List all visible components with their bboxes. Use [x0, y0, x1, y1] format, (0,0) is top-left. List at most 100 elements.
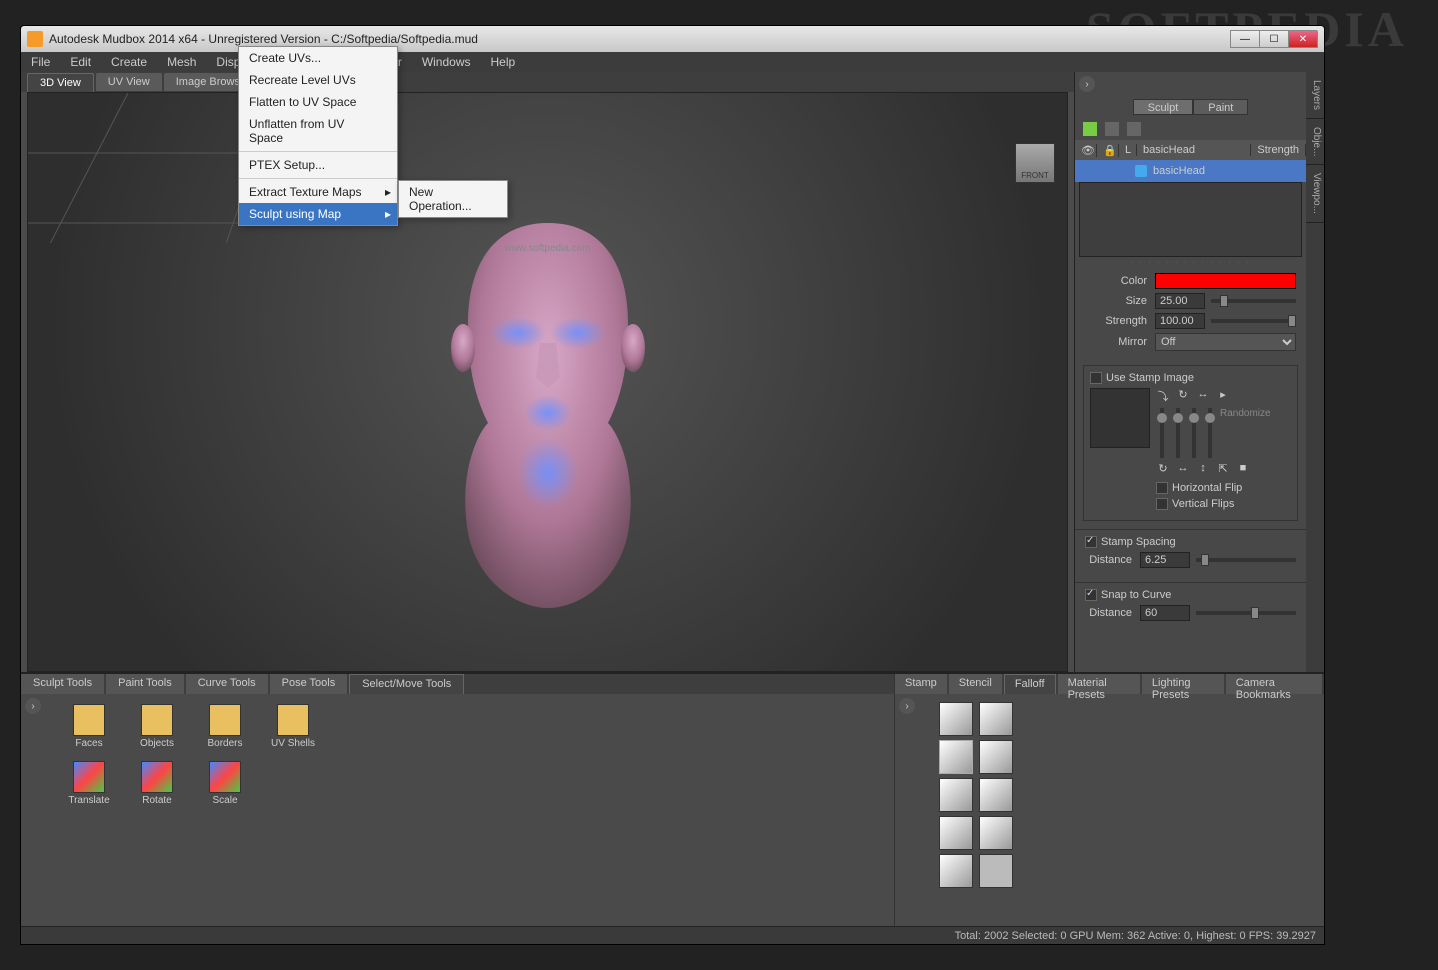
tool-faces[interactable]: Faces: [65, 704, 113, 749]
mode-tab-paint[interactable]: Paint: [1193, 99, 1248, 115]
stamp-h-icon[interactable]: ↔: [1176, 462, 1190, 476]
preset-tab-material-presets[interactable]: Material Presets: [1058, 674, 1140, 694]
stamp-box: Use Stamp Image ⤵ ↻ ↔ ▸: [1083, 365, 1298, 521]
tool-rotate[interactable]: Rotate: [133, 761, 181, 806]
tool-translate[interactable]: Translate: [65, 761, 113, 806]
dd-item-unflatten-from-uv-space[interactable]: Unflatten from UV Space: [239, 113, 397, 149]
tool-tab-paint-tools[interactable]: Paint Tools: [106, 674, 184, 694]
stamp-export-icon[interactable]: ⇱: [1216, 462, 1230, 476]
tool-scale[interactable]: Scale: [201, 761, 249, 806]
snap-slider[interactable]: [1196, 611, 1296, 615]
panel-drag-handle[interactable]: · · · · · · · · · · · · · ·: [1075, 257, 1306, 267]
stamp-slider-2[interactable]: [1176, 408, 1180, 458]
tool-objects[interactable]: Objects: [133, 704, 181, 749]
stamp-preview[interactable]: [1090, 388, 1150, 448]
panel-collapse-arrow-icon[interactable]: ›: [1079, 76, 1095, 92]
preset-tab-stencil[interactable]: Stencil: [949, 674, 1002, 694]
mode-tab-sculpt[interactable]: Sculpt: [1133, 99, 1194, 115]
snap-checkbox[interactable]: [1085, 589, 1097, 601]
spacing-dist-field[interactable]: 6.25: [1140, 552, 1190, 568]
falloff-preset[interactable]: [979, 702, 1013, 736]
stamp-rotate-icon[interactable]: ↻: [1176, 388, 1190, 402]
dd-item-ptex-setup-[interactable]: PTEX Setup...: [239, 154, 397, 176]
stamp-slider-1[interactable]: [1160, 408, 1164, 458]
falloff-preset[interactable]: [979, 740, 1013, 774]
preset-tab-camera-bookmarks[interactable]: Camera Bookmarks: [1226, 674, 1322, 694]
stamp-v-icon[interactable]: ↕: [1196, 462, 1210, 476]
visibility-col-icon[interactable]: 👁: [1075, 144, 1097, 157]
sub-dd-item-new-operation-[interactable]: New Operation...: [399, 181, 507, 217]
menu-windows[interactable]: Windows: [412, 52, 481, 72]
minimize-button[interactable]: —: [1230, 30, 1260, 48]
dd-item-create-uvs-[interactable]: Create UVs...: [239, 47, 397, 69]
tool-tab-pose-tools[interactable]: Pose Tools: [270, 674, 348, 694]
dd-item-flatten-to-uv-space[interactable]: Flatten to UV Space: [239, 91, 397, 113]
stamp-import-icon[interactable]: ⤵: [1156, 388, 1170, 402]
maximize-button[interactable]: ☐: [1259, 30, 1289, 48]
falloff-preset[interactable]: [939, 778, 973, 812]
preset-tab-falloff[interactable]: Falloff: [1004, 674, 1056, 694]
tool-borders[interactable]: Borders: [201, 704, 249, 749]
head-model[interactable]: [418, 213, 678, 613]
spacing-title: Stamp Spacing: [1101, 536, 1176, 548]
falloff-preset[interactable]: [979, 854, 1013, 888]
side-tab-viewport[interactable]: Viewpo...: [1306, 165, 1324, 223]
menu-edit[interactable]: Edit: [60, 52, 101, 72]
falloff-preset[interactable]: [979, 778, 1013, 812]
tool-collapse-arrow-icon[interactable]: ›: [25, 698, 41, 714]
strength-field[interactable]: 100.00: [1155, 313, 1205, 329]
stamp-reset-icon[interactable]: ▸: [1216, 388, 1230, 402]
falloff-preset[interactable]: [939, 816, 973, 850]
view-tab-uv-view[interactable]: UV View: [96, 73, 162, 91]
preset-tab-stamp[interactable]: Stamp: [895, 674, 947, 694]
falloff-preset[interactable]: [939, 854, 973, 888]
spacing-checkbox[interactable]: [1085, 536, 1097, 548]
color-swatch[interactable]: [1155, 273, 1296, 289]
snap-dist-field[interactable]: 60: [1140, 605, 1190, 621]
use-stamp-checkbox[interactable]: [1090, 372, 1102, 384]
stamp-slider-3[interactable]: [1192, 408, 1196, 458]
preset-tab-lighting-presets[interactable]: Lighting Presets: [1142, 674, 1224, 694]
tool-tab-curve-tools[interactable]: Curve Tools: [186, 674, 268, 694]
tool-tab-sculpt-tools[interactable]: Sculpt Tools: [21, 674, 104, 694]
side-tab-object[interactable]: Obje...: [1306, 119, 1324, 165]
stamp-stop-icon[interactable]: ■: [1236, 462, 1250, 476]
layer-options-icon[interactable]: [1127, 122, 1141, 136]
spacing-dist-label: Distance: [1085, 554, 1140, 566]
falloff-preset[interactable]: [979, 816, 1013, 850]
viewport-3d[interactable]: www.softpedia.com FRONT: [27, 92, 1068, 672]
menu-file[interactable]: File: [21, 52, 60, 72]
lock-col-icon[interactable]: 🔒: [1097, 144, 1119, 157]
stamp-fliph-icon[interactable]: ↔: [1196, 388, 1210, 402]
dd-item-extract-texture-maps[interactable]: Extract Texture Maps▸: [239, 181, 397, 203]
dd-item-recreate-level-uvs[interactable]: Recreate Level UVs: [239, 69, 397, 91]
view-cube[interactable]: FRONT: [1015, 143, 1055, 183]
menu-mesh[interactable]: Mesh: [157, 52, 206, 72]
stamp-rot-icon[interactable]: ↻: [1156, 462, 1170, 476]
preset-collapse-arrow-icon[interactable]: ›: [899, 698, 915, 714]
stamp-slider-4[interactable]: [1208, 408, 1212, 458]
size-field[interactable]: 25.00: [1155, 293, 1205, 309]
new-layer-icon[interactable]: [1083, 122, 1097, 136]
vflip-checkbox[interactable]: [1156, 498, 1168, 510]
mirror-select[interactable]: Off: [1155, 333, 1296, 351]
delete-layer-icon[interactable]: [1105, 122, 1119, 136]
strength-slider[interactable]: [1211, 319, 1296, 323]
falloff-preset[interactable]: [939, 740, 973, 774]
spacing-slider[interactable]: [1196, 558, 1296, 562]
view-tab--d-view[interactable]: 3D View: [27, 73, 94, 92]
menu-create[interactable]: Create: [101, 52, 157, 72]
size-slider[interactable]: [1211, 299, 1296, 303]
layer-row-basichead[interactable]: basicHead: [1075, 160, 1306, 182]
tool-tab-select-move-tools[interactable]: Select/Move Tools: [349, 674, 464, 694]
side-tab-layers[interactable]: Layers: [1306, 72, 1324, 119]
tool-uv-shells[interactable]: UV Shells: [269, 704, 317, 749]
menu-help[interactable]: Help: [481, 52, 526, 72]
hflip-checkbox[interactable]: [1156, 482, 1168, 494]
layer-list-area[interactable]: [1079, 182, 1302, 257]
layer-tools: [1075, 118, 1306, 140]
falloff-preset[interactable]: [939, 702, 973, 736]
vflip-label: Vertical Flips: [1172, 498, 1234, 510]
close-button[interactable]: ✕: [1288, 30, 1318, 48]
dd-item-sculpt-using-map[interactable]: Sculpt using Map▸: [239, 203, 397, 225]
